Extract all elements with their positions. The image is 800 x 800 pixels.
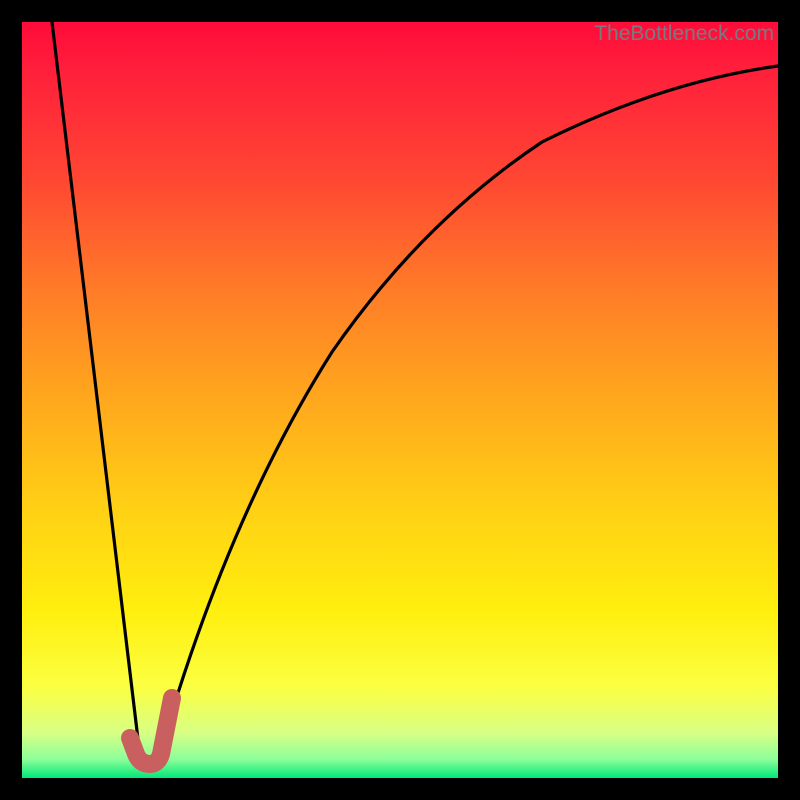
chart-frame: TheBottleneck.com	[0, 0, 800, 800]
curve-layer	[22, 22, 778, 778]
plot-area: TheBottleneck.com	[22, 22, 778, 778]
watermark-text: TheBottleneck.com	[594, 22, 774, 46]
bottleneck-curve	[52, 22, 778, 762]
